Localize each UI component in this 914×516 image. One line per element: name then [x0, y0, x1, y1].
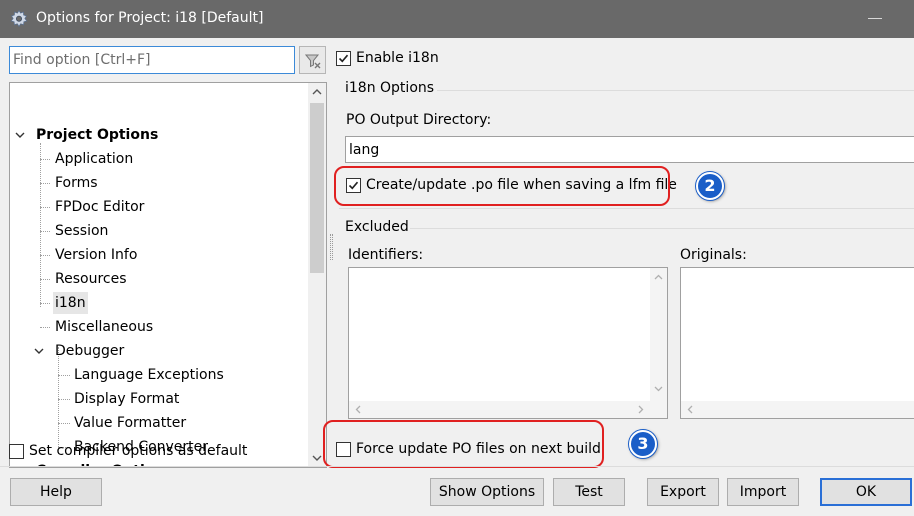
- originals-list[interactable]: [680, 267, 914, 419]
- search-input[interactable]: [10, 47, 294, 73]
- chevron-up-icon[interactable]: [653, 273, 664, 281]
- minimize-button[interactable]: [868, 18, 882, 19]
- annotation-callout-3: [323, 420, 604, 468]
- po-output-dir-input[interactable]: [346, 137, 914, 162]
- tree-item-language-exceptions[interactable]: Language Exceptions: [74, 364, 224, 386]
- tree-item-version-info[interactable]: Version Info: [55, 244, 137, 266]
- chevron-left-icon[interactable]: [354, 404, 362, 415]
- chevron-down-icon[interactable]: [311, 453, 323, 463]
- show-options-button[interactable]: Show Options: [430, 478, 544, 506]
- help-button[interactable]: Help: [10, 478, 102, 506]
- chevron-left-icon[interactable]: [686, 404, 694, 415]
- originals-hscroll[interactable]: [681, 401, 914, 418]
- identifiers-list[interactable]: [348, 267, 668, 419]
- filter-clear-icon: [305, 54, 321, 69]
- annotation-badge-2: 2: [696, 172, 724, 200]
- tree-item-application[interactable]: Application: [55, 148, 133, 170]
- tree-scrollbar[interactable]: [308, 83, 326, 467]
- gear-icon: [9, 9, 29, 29]
- tree-item-resources[interactable]: Resources: [55, 268, 127, 290]
- annotation-callout-2: [334, 166, 670, 206]
- splitter-handle[interactable]: [330, 234, 333, 260]
- i18n-options-group-title: i18n Options: [345, 80, 435, 96]
- checkmark-icon: [338, 54, 349, 63]
- identifiers-hscroll[interactable]: [349, 401, 650, 418]
- tree-item-i18n[interactable]: i18n: [53, 292, 88, 314]
- ok-button[interactable]: OK: [820, 478, 912, 506]
- tree-item-debugger[interactable]: Debugger: [55, 340, 124, 362]
- identifiers-vscroll[interactable]: [650, 268, 667, 401]
- set-default-checkbox[interactable]: [9, 444, 24, 459]
- clear-filter-button[interactable]: [299, 46, 326, 74]
- window-title: Options for Project: i18 [Default]: [36, 10, 264, 26]
- export-button[interactable]: Export: [647, 478, 719, 506]
- import-button[interactable]: Import: [727, 478, 799, 506]
- tree-item-miscellaneous[interactable]: Miscellaneous: [55, 316, 153, 338]
- originals-label: Originals:: [680, 247, 747, 263]
- chevron-up-icon[interactable]: [311, 87, 323, 97]
- tree-scroll-thumb[interactable]: [310, 103, 324, 273]
- options-tree[interactable]: Project Options Application Forms FPDoc …: [9, 82, 327, 468]
- set-default-label: Set compiler options as default: [29, 443, 248, 459]
- tree-item-value-formatter[interactable]: Value Formatter: [74, 412, 186, 434]
- enable-i18n-label: Enable i18n: [356, 50, 439, 66]
- tree-item-display-format[interactable]: Display Format: [74, 388, 179, 410]
- annotation-badge-3: 3: [629, 430, 657, 458]
- chevron-down-icon[interactable]: [14, 129, 26, 141]
- options-dialog: Project Options Application Forms FPDoc …: [0, 38, 914, 516]
- chevron-down-icon[interactable]: [33, 345, 45, 357]
- excluded-group-title: Excluded: [345, 219, 409, 235]
- po-output-dir-field[interactable]: [345, 136, 914, 163]
- search-field[interactable]: [9, 46, 295, 74]
- identifiers-label: Identifiers:: [348, 247, 424, 263]
- tree-item-forms[interactable]: Forms: [55, 172, 98, 194]
- po-output-dir-label: PO Output Directory:: [346, 112, 492, 128]
- enable-i18n-checkbox[interactable]: [336, 51, 351, 66]
- chevron-down-icon[interactable]: [653, 385, 664, 393]
- tree-item-session[interactable]: Session: [55, 220, 108, 242]
- tree-item-project-options[interactable]: Project Options: [36, 124, 158, 146]
- tree-item-fpdoc-editor[interactable]: FPDoc Editor: [55, 196, 144, 218]
- title-bar[interactable]: Options for Project: i18 [Default]: [0, 0, 914, 38]
- test-button[interactable]: Test: [553, 478, 625, 506]
- chevron-right-icon[interactable]: [637, 404, 645, 415]
